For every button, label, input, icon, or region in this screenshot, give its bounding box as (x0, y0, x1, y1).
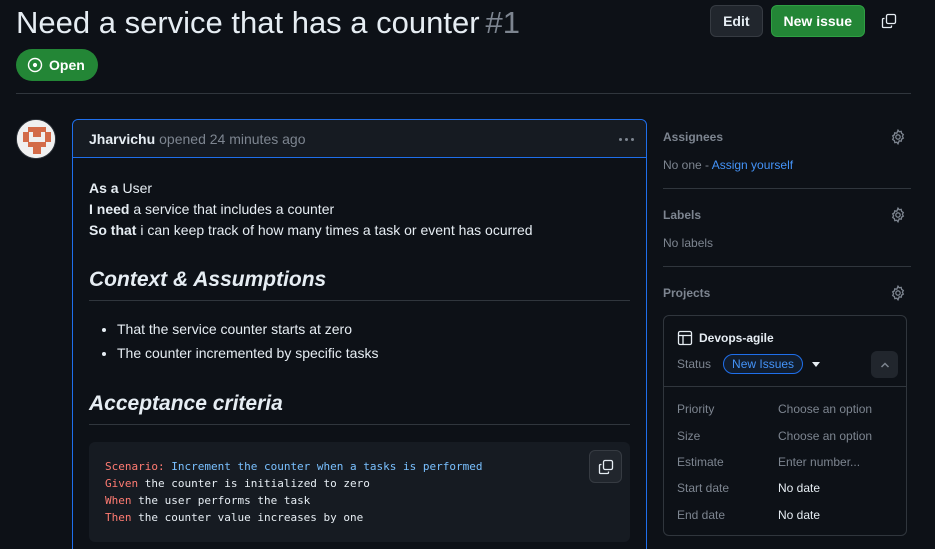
kebab-dot-icon (618, 137, 622, 141)
project-field-end-date[interactable]: End date No date (677, 508, 897, 522)
labels-section: Labels No labels (663, 189, 911, 267)
copy-icon (881, 13, 897, 29)
kebab-dot-icon (630, 137, 634, 141)
chevron-up-icon (880, 361, 889, 368)
story-line: I need a service that includes a counter (89, 199, 630, 220)
assignees-heading[interactable]: Assignees (663, 130, 723, 144)
story-line: As a User (89, 178, 630, 199)
issue-title: Need a service that has a counter #1 (16, 4, 520, 42)
code-line: Scenario: Increment the counter when a t… (105, 458, 614, 475)
code-keyword: Then (105, 511, 132, 524)
labels-value: No labels (663, 236, 714, 250)
code-text: the counter is initialized to zero (138, 477, 370, 490)
code-line: Then the counter value increases by one (105, 509, 614, 526)
list-item: That the service counter starts at zero (117, 317, 630, 341)
table-icon (677, 330, 693, 346)
story-text: User (118, 180, 153, 196)
project-field-size[interactable]: Size Choose an option (677, 429, 897, 443)
project-card: Devops-agile Status New Issues Priority … (663, 315, 907, 536)
story-keyword: As a (89, 180, 119, 196)
project-field-estimate[interactable]: Estimate Enter number... (677, 455, 897, 469)
code-keyword: Given (105, 477, 139, 490)
comment-header: Jharvichu opened 24 minutes ago (73, 120, 646, 158)
avatar[interactable] (16, 119, 56, 159)
issue-state-badge: Open (16, 49, 98, 81)
copy-icon (598, 459, 613, 474)
edit-button[interactable]: Edit (710, 5, 763, 37)
comment-body: As a User I need a service that includes… (73, 158, 646, 542)
issue-sidebar: Assignees No one - Assign yourself Label… (663, 119, 911, 307)
field-value[interactable]: No date (778, 508, 820, 522)
story-text: a service that includes a counter (129, 201, 335, 217)
project-status-row: Status New Issues (677, 354, 821, 374)
collapse-project-button[interactable] (871, 351, 898, 378)
gear-icon[interactable] (890, 129, 906, 145)
header-actions: Edit New issue (710, 5, 905, 37)
field-label: Estimate (677, 455, 724, 469)
kebab-dot-icon (624, 137, 628, 141)
issue-title-text: Need a service that has a counter (16, 5, 480, 40)
project-name-link[interactable]: Devops-agile (677, 330, 774, 346)
code-text: Increment the counter when a tasks is pe… (164, 460, 483, 473)
assignees-none-text: No one - (663, 158, 712, 172)
issue-page: Need a service that has a counter #1 Edit… (0, 0, 935, 549)
assignees-section: Assignees No one - Assign yourself (663, 119, 911, 189)
issue-state-label: Open (49, 57, 85, 73)
code-text: the user performs the task (131, 494, 311, 507)
comment-author[interactable]: Jharvichu (89, 131, 155, 147)
field-label: Priority (677, 402, 715, 416)
header-divider (16, 93, 911, 94)
project-name: Devops-agile (699, 331, 774, 345)
project-field-start-date[interactable]: Start date No date (677, 481, 897, 495)
field-label: Start date (677, 481, 730, 495)
identicon-icon (17, 120, 55, 158)
projects-heading[interactable]: Projects (663, 286, 710, 300)
field-value[interactable]: Enter number... (778, 455, 860, 469)
list-item: The counter incremented by specific task… (117, 341, 630, 365)
status-label: Status (677, 357, 712, 371)
story-line: So that i can keep track of how many tim… (89, 220, 630, 241)
issue-open-icon (27, 57, 43, 73)
status-badge[interactable]: New Issues (723, 354, 804, 374)
code-line: When the user performs the task (105, 492, 614, 509)
acceptance-heading: Acceptance criteria (89, 391, 630, 425)
projects-section: Projects (663, 267, 911, 307)
field-label: Size (677, 429, 701, 443)
assignees-value: No one - Assign yourself (663, 158, 793, 172)
field-value[interactable]: No date (778, 481, 820, 495)
context-list: That the service counter starts at zero … (117, 317, 630, 365)
field-value[interactable]: Choose an option (778, 429, 872, 443)
field-value[interactable]: Choose an option (778, 402, 872, 416)
field-label: End date (677, 508, 726, 522)
assign-yourself-link[interactable]: Assign yourself (712, 158, 793, 172)
code-text: the counter value increases by one (131, 511, 364, 524)
code-block: Scenario: Increment the counter when a t… (89, 442, 630, 542)
labels-heading[interactable]: Labels (663, 208, 701, 222)
issue-header: Need a service that has a counter #1 Edit… (16, 4, 921, 44)
issue-comment: Jharvichu opened 24 minutes ago As a Use… (72, 119, 647, 549)
story-keyword: I need (89, 201, 130, 217)
copy-code-button[interactable] (589, 450, 622, 483)
comment-options-kebab[interactable] (616, 129, 636, 149)
copy-link-button[interactable] (873, 5, 905, 37)
code-keyword: When (105, 494, 132, 507)
project-field-priority[interactable]: Priority Choose an option (677, 402, 897, 416)
code-line: Given the counter is initialized to zero (105, 475, 614, 492)
new-issue-button[interactable]: New issue (770, 5, 865, 37)
story-keyword: So that (89, 222, 137, 238)
gear-icon[interactable] (890, 207, 906, 223)
story-text: i can keep track of how many times a tas… (136, 222, 533, 238)
caret-down-icon[interactable] (812, 361, 821, 367)
project-card-header: Devops-agile Status New Issues (664, 316, 906, 387)
context-heading: Context & Assumptions (89, 267, 630, 301)
issue-number: #1 (485, 5, 521, 40)
gear-icon[interactable] (890, 285, 906, 301)
comment-timestamp[interactable]: opened 24 minutes ago (159, 131, 305, 147)
code-keyword: Scenario: (105, 460, 165, 473)
